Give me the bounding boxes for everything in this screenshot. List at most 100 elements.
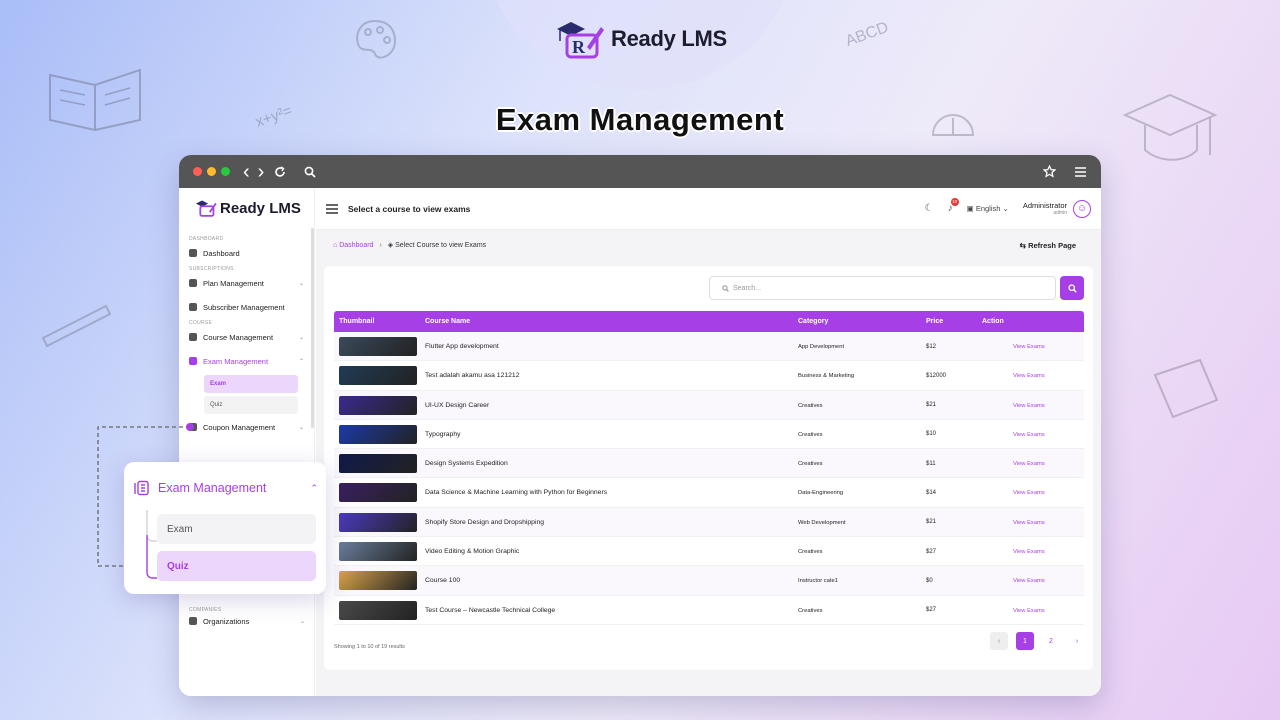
view-exams-link[interactable]: View Exams [1013,520,1045,526]
callout-tree-lines [146,510,157,579]
view-exams-link[interactable]: View Exams [1013,403,1045,409]
sidebar-item-label: Subscriber Management [203,302,285,312]
user-menu[interactable]: Administrator admin [1023,201,1067,216]
table-row: Data Science & Machine Learning with Pyt… [334,478,1084,508]
view-exams-link[interactable]: View Exams [1013,461,1045,467]
hamburger-menu-icon[interactable] [1074,166,1087,178]
search-icon [1067,283,1077,293]
chevron-down-icon: ⌄ [299,618,305,625]
sidebar-item-subscriber[interactable]: Subscriber Management [179,296,314,318]
header-category: Category [798,318,829,325]
hero-title: Exam Management [495,102,785,137]
pagination-page-2[interactable]: 2 [1042,632,1060,650]
back-icon[interactable]: ‹ [243,162,250,182]
course-name: Shopify Store Design and Dropshipping [425,518,545,526]
reload-icon[interactable] [274,165,286,178]
course-category: Data-Engineering [798,490,844,497]
sidebar-logo[interactable]: Ready LMS [179,188,314,228]
view-exams-link[interactable]: View Exams [1013,490,1045,496]
pagination-next-button[interactable]: › [1068,632,1086,650]
course-thumbnail [339,483,417,503]
sidebar-item-plan[interactable]: Plan Management ⌄ [179,272,314,294]
view-exams-link[interactable]: View Exams [1013,608,1045,614]
sidebar-subitem-quiz[interactable]: Quiz [204,396,298,414]
callout-item-exam[interactable]: Exam [157,514,316,544]
view-exams-link[interactable]: View Exams [1013,432,1045,438]
pagination-prev-button[interactable]: ‹ [990,632,1008,650]
search-input[interactable]: Search... [709,276,1056,300]
pagination-page-1[interactable]: 1 [1016,632,1034,650]
view-exams-link[interactable]: View Exams [1013,373,1045,379]
subscriber-icon [189,303,197,311]
table-header: Thumbnail Course Name Category Price Act… [334,311,1084,332]
sidebar-scrollbar[interactable] [311,228,314,428]
language-flag-icon: ▣ [966,204,974,213]
course-thumbnail [339,571,417,591]
user-name: Administrator [1022,201,1067,210]
sidebar-item-organizations[interactable]: Organizations ⌄ [179,610,315,632]
refresh-label: Refresh Page [1028,240,1076,250]
sidebar-item-exam[interactable]: Exam Management ⌃ [179,350,314,372]
bookmark-star-icon[interactable] [1043,165,1056,178]
course-name: UI-UX Design Career [425,401,490,409]
course-price: $12 [926,343,937,350]
language-label: English [975,204,1001,213]
organization-icon [189,617,197,625]
svg-text:R: R [572,37,586,57]
course-price: $27 [926,607,937,614]
view-exams-link[interactable]: View Exams [1013,344,1045,350]
sidebar-item-label: Dashboard [203,248,240,258]
course-thumbnail [339,512,417,532]
sidebar-item-label: Organizations [203,616,250,626]
search-button[interactable] [1060,276,1084,300]
avatar-icon[interactable]: ☺ [1073,199,1091,218]
course-price: $12000 [926,372,947,379]
home-icon [189,249,197,257]
abcd-doodle: ABCD [843,18,891,51]
sidebar-item-label: Exam Management [203,356,269,366]
course-thumbnail [339,395,417,415]
view-exams-link[interactable]: View Exams [1013,549,1045,555]
course-price: $27 [926,548,937,555]
exam-management-callout: Exam Management ⌃ Exam Quiz [124,462,326,594]
notification-badge: 10 [950,198,959,206]
sidebar-subitem-exam[interactable]: Exam [204,375,298,393]
refresh-page-button[interactable]: ⇆ Refresh Page [1020,241,1076,250]
results-summary: Showing 1 to 10 of 19 results [334,644,405,650]
ruler-doodle-icon [41,304,112,348]
callout-item-quiz[interactable]: Quiz [157,551,316,581]
chevron-down-icon: ⌄ [298,334,304,341]
sidebar-logo-text: Ready LMS [220,199,301,217]
menu-toggle-icon[interactable] [326,203,338,214]
view-exams-link[interactable]: View Exams [1013,578,1045,584]
chevron-up-icon: ⌃ [298,358,304,365]
course-category: Creatives [798,431,823,438]
sidebar-item-course[interactable]: Course Management ⌄ [179,326,314,348]
close-dot-icon[interactable] [193,167,202,176]
maximize-dot-icon[interactable] [221,167,230,176]
theme-moon-icon[interactable]: ☾ [925,203,934,214]
plan-icon [189,279,197,287]
header-action: Action [982,318,1004,325]
course-category: Business & Marketing [798,373,855,380]
forward-icon[interactable]: › [258,162,265,182]
breadcrumb-home[interactable]: ⌂ Dashboard [333,242,373,249]
notification-bell-icon[interactable]: ♪ 10 [948,198,959,214]
palette-doodle-icon [356,19,397,59]
page-title: Select a course to view exams [348,203,471,214]
course-name: Test adalah akamu asa 121212 [425,372,520,380]
callout-title: Exam Management [158,481,267,495]
notebook-doodle-icon [1153,358,1219,419]
minimize-dot-icon[interactable] [207,167,216,176]
breadcrumb-separator-icon: › [379,241,382,249]
sidebar-item-dashboard[interactable]: Dashboard [179,242,314,264]
callout-header[interactable]: Exam Management ⌃ [124,462,326,514]
brand-name: Ready LMS [611,26,727,51]
search-icon[interactable] [304,166,316,178]
exam-list-icon [134,480,149,496]
language-select[interactable]: ▣ English ⌄ [967,204,1009,213]
course-thumbnail [339,600,417,620]
topbar: Select a course to view exams ☾ ♪ 10 ▣ En… [316,188,1101,230]
course-category: Creatives [798,402,823,409]
course-name: Typography [425,430,461,438]
